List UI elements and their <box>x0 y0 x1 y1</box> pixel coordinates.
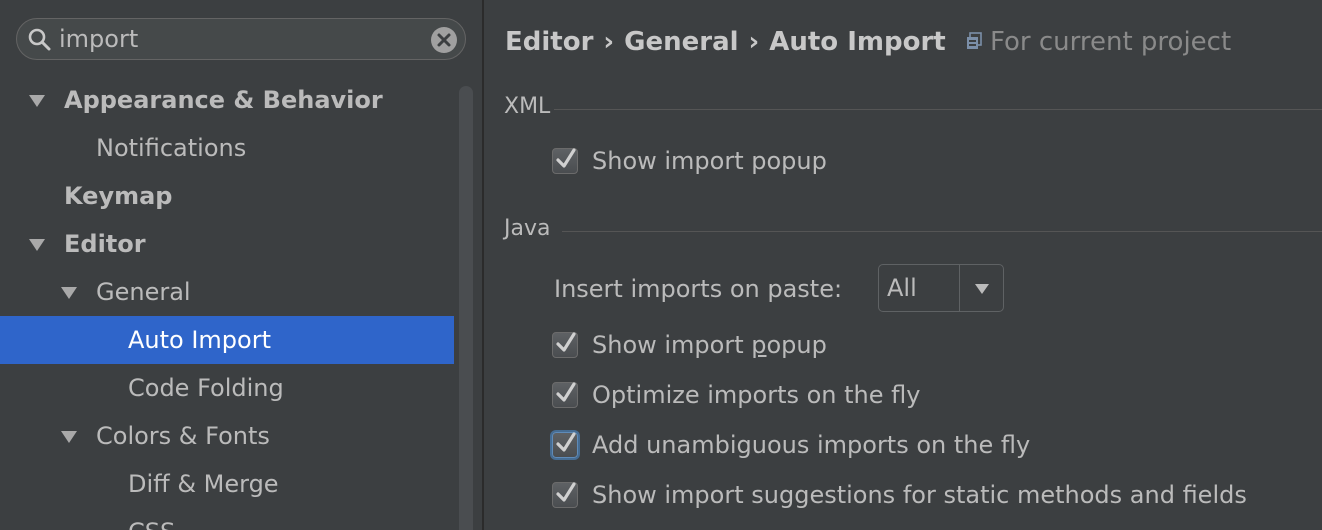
breadcrumb-separator: › <box>748 27 760 57</box>
tree-item[interactable]: CSS <box>0 508 454 530</box>
checkmark-icon <box>556 482 576 502</box>
label-text: Add unambiguous imports on the fly <box>592 431 1031 459</box>
dropdown-divider <box>959 265 960 311</box>
dropdown-selected-value: All <box>887 274 917 302</box>
settings-content: Editor › General › Auto Import For current p… <box>484 0 1322 530</box>
insert-imports-on-paste-dropdown[interactable]: All <box>878 264 1004 312</box>
section-xml: XML <box>504 94 1322 119</box>
breadcrumb-editor: Editor <box>505 27 594 57</box>
tree-item-label: Notifications <box>96 134 247 162</box>
breadcrumb: Editor › General › Auto Import For current p… <box>505 22 1231 62</box>
expand-triangle-icon[interactable] <box>61 431 77 443</box>
xml-show-import-popup-label: Show import popup <box>592 147 827 175</box>
search-input[interactable] <box>59 23 429 55</box>
insert-imports-on-paste-row: Insert imports on paste: All <box>554 264 1014 314</box>
label-text: opup <box>766 331 827 359</box>
section-xml-title: XML <box>504 94 551 119</box>
tree-item-label: Keymap <box>64 182 173 210</box>
checkbox-box[interactable] <box>552 432 578 458</box>
section-divider <box>554 109 1322 110</box>
tree-item-label: CSS <box>128 508 175 530</box>
tree-item[interactable]: Editor <box>0 220 454 268</box>
checkbox-box[interactable] <box>552 332 578 358</box>
tree-item[interactable]: Notifications <box>0 124 454 172</box>
expand-triangle-icon[interactable] <box>61 287 77 299</box>
tree-item-label: Colors & Fonts <box>96 422 270 450</box>
tree-item-label: Auto Import <box>128 326 272 354</box>
settings-tree: Appearance & Behavior Notifications Keymap… <box>0 76 454 530</box>
tree-item-label: Code Folding <box>128 374 284 402</box>
section-divider <box>562 231 1322 232</box>
java-show-import-popup-label: Show import popup <box>592 329 827 361</box>
java-static-suggestions-label: Show import suggestions for static metho… <box>592 479 1247 511</box>
project-scope-icon <box>966 31 982 49</box>
checkbox-box[interactable] <box>552 382 578 408</box>
expand-triangle-icon[interactable] <box>29 95 45 107</box>
checkmark-icon <box>556 148 576 168</box>
tree-item[interactable]: Colors & Fonts <box>0 412 454 460</box>
search-icon <box>28 28 51 51</box>
tree-item-label: Diff & Merge <box>128 470 279 498</box>
expand-triangle-icon[interactable] <box>29 239 45 251</box>
insert-imports-on-paste-label: Insert imports on paste: <box>554 275 843 303</box>
label-text: Optimize imports on the fly <box>592 381 921 409</box>
settings-sidebar: Appearance & Behavior Notifications Keymap… <box>0 0 484 530</box>
breadcrumb-separator: › <box>603 27 615 57</box>
sidebar-scrollbar[interactable] <box>459 86 473 530</box>
breadcrumb-auto-import: Auto Import <box>769 27 946 57</box>
tree-item[interactable]: Appearance & Behavior <box>0 76 454 124</box>
mnemonic-letter: p <box>751 331 767 359</box>
checkbox-box[interactable] <box>552 482 578 508</box>
java-optimize-imports-label: Optimize imports on the fly <box>592 379 920 411</box>
tree-item[interactable]: General <box>0 268 454 316</box>
section-java-title: Java <box>504 216 551 241</box>
checkbox-box[interactable] <box>552 148 578 174</box>
tree-item[interactable]: Code Folding <box>0 364 454 412</box>
tree-item[interactable]: Diff & Merge <box>0 460 454 508</box>
scope-label: For current project <box>989 27 1232 57</box>
tree-item-label: Editor <box>64 230 146 258</box>
checkmark-icon <box>556 332 576 352</box>
tree-item-label: General <box>96 278 191 306</box>
checkmark-icon <box>556 382 576 402</box>
tree-item[interactable]: Auto Import <box>0 316 454 364</box>
checkmark-icon <box>556 432 576 452</box>
chevron-down-icon[interactable] <box>975 284 989 294</box>
tree-item[interactable]: Keymap <box>0 172 454 220</box>
section-java: Java <box>504 216 1322 241</box>
label-text: Show import suggestions for static metho… <box>592 481 1247 509</box>
clear-search-icon[interactable] <box>431 27 457 53</box>
label-text: Show import <box>592 331 752 359</box>
search-field <box>16 18 466 60</box>
tree-item-label: Appearance & Behavior <box>64 86 383 114</box>
breadcrumb-general: General <box>624 27 739 57</box>
java-add-unambiguous-label: Add unambiguous imports on the fly <box>592 429 1030 461</box>
